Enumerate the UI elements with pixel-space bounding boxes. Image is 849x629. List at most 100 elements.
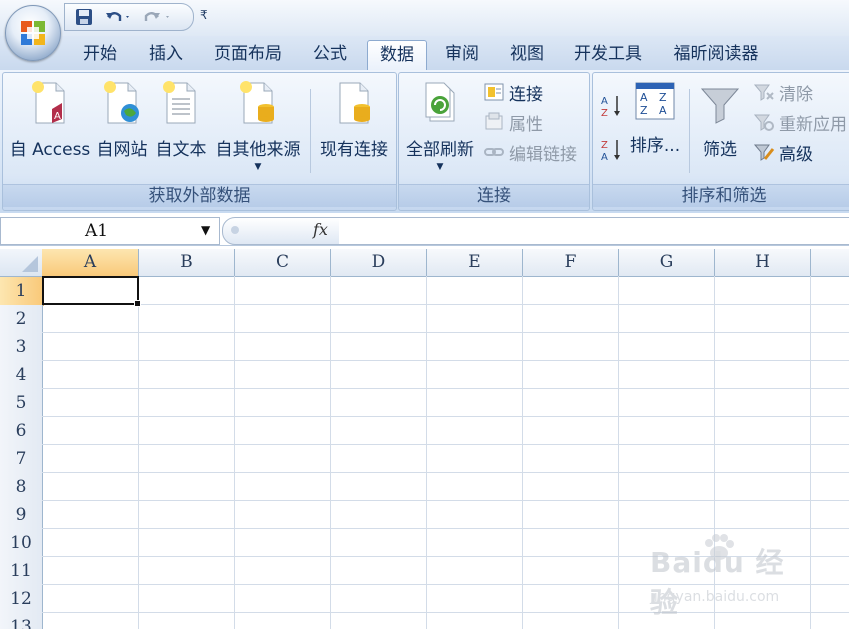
group-separator xyxy=(689,89,690,173)
gridline xyxy=(426,276,427,629)
gridline xyxy=(42,500,849,501)
row-header[interactable]: 6 xyxy=(0,417,43,446)
select-all-button[interactable] xyxy=(0,249,43,277)
ribbon-tab-bar: 开始 插入 页面布局 公式 数据 审阅 视图 开发工具 福昕阅读器 xyxy=(0,36,849,70)
row-header[interactable]: 12 xyxy=(0,585,43,614)
tab-review[interactable]: 审阅 xyxy=(434,40,490,69)
column-header[interactable]: E xyxy=(427,249,523,277)
tab-home[interactable]: 开始 xyxy=(72,40,128,69)
column-header[interactable]: D xyxy=(331,249,427,277)
properties-button[interactable]: 属性 xyxy=(483,109,543,135)
svg-text:Z: Z xyxy=(601,140,608,151)
tab-insert[interactable]: 插入 xyxy=(138,40,194,69)
insert-function-button[interactable]: fx xyxy=(313,220,328,239)
sort-button[interactable]: AZ ZA 排序... xyxy=(627,73,683,181)
other-sources-icon xyxy=(240,81,274,124)
web-file-icon xyxy=(104,81,139,124)
gridline xyxy=(138,276,139,629)
edit-links-button[interactable]: 编辑链接 xyxy=(483,139,577,165)
tab-developer[interactable]: 开发工具 xyxy=(564,40,652,69)
refresh-all-button[interactable]: 全部刷新 ▼ xyxy=(401,73,479,181)
from-text-button[interactable]: 自文本 xyxy=(151,73,211,181)
gridline xyxy=(42,528,849,529)
column-header[interactable]: G xyxy=(619,249,715,277)
reapply-filter-icon xyxy=(753,114,774,131)
text-file-icon xyxy=(163,81,196,124)
access-file-icon: A xyxy=(32,81,65,124)
tab-view[interactable]: 视图 xyxy=(499,40,555,69)
column-header-partial[interactable] xyxy=(811,249,849,277)
tab-data[interactable]: 数据 xyxy=(367,40,427,70)
row-header[interactable]: 7 xyxy=(0,445,43,474)
quick-access-toolbar xyxy=(64,3,194,31)
row-header[interactable]: 13 xyxy=(0,613,43,629)
group-sort-filter: AZ ZA AZ ZA 排序... 筛选 清除 重新应用 高级 排序和筛选 xyxy=(592,72,849,211)
advanced-filter-button[interactable]: 高级 xyxy=(753,139,813,165)
sort-ascending-button[interactable]: AZ xyxy=(599,93,627,119)
from-web-button[interactable]: 自网站 xyxy=(93,73,151,181)
advanced-filter-label: 高级 xyxy=(779,144,813,165)
refresh-all-icon xyxy=(425,82,455,122)
tab-formulas[interactable]: 公式 xyxy=(302,40,358,69)
column-header[interactable]: B xyxy=(139,249,235,277)
column-header[interactable]: F xyxy=(523,249,619,277)
existing-connections-button[interactable]: 现有连接 xyxy=(315,73,393,181)
connections-icon xyxy=(484,83,504,101)
customize-qat-button[interactable]: ₹ xyxy=(200,8,208,22)
sort-label: 排序... xyxy=(629,136,681,156)
from-access-button[interactable]: A 自 Access xyxy=(7,73,93,181)
row-header[interactable]: 4 xyxy=(0,361,43,390)
fill-handle[interactable] xyxy=(134,300,141,307)
svg-text:A: A xyxy=(640,91,648,104)
filter-funnel-icon xyxy=(700,88,740,124)
sort-descending-button[interactable]: ZA xyxy=(599,137,627,163)
gridline xyxy=(42,332,849,333)
clear-filter-icon xyxy=(753,84,774,101)
from-other-sources-button[interactable]: 自其他来源 ▼ xyxy=(211,73,305,181)
connections-button[interactable]: 连接 xyxy=(483,79,543,105)
existing-connections-label: 现有连接 xyxy=(320,140,388,160)
column-header[interactable]: C xyxy=(235,249,331,277)
svg-text:Z: Z xyxy=(659,91,667,104)
active-cell-a1[interactable] xyxy=(42,276,139,305)
ribbon: A 自 Access 自网站 自文本 自其他来源 ▼ 现有连接 获取外部数据 全… xyxy=(0,70,849,214)
filter-button[interactable]: 筛选 xyxy=(693,73,747,181)
row-header[interactable]: 2 xyxy=(0,305,43,334)
tab-page-layout[interactable]: 页面布局 xyxy=(204,40,292,69)
office-button[interactable] xyxy=(5,5,61,61)
tab-foxit-reader[interactable]: 福昕阅读器 xyxy=(664,40,768,69)
insert-function-area: fx xyxy=(222,217,340,245)
undo-icon[interactable] xyxy=(103,7,133,27)
row-header[interactable]: 5 xyxy=(0,389,43,418)
svg-text:A: A xyxy=(659,104,667,117)
resize-handle-icon[interactable] xyxy=(231,226,239,234)
column-header[interactable]: A xyxy=(42,249,139,278)
row-header[interactable]: 1 xyxy=(0,277,44,306)
row-header[interactable]: 9 xyxy=(0,501,43,530)
row-header[interactable]: 8 xyxy=(0,473,43,502)
formula-input[interactable] xyxy=(339,217,849,245)
chevron-down-icon[interactable]: ▼ xyxy=(201,223,210,237)
clear-filter-button[interactable]: 清除 xyxy=(753,79,813,105)
reapply-filter-button[interactable]: 重新应用 xyxy=(753,109,847,135)
row-header[interactable]: 10 xyxy=(0,529,43,558)
svg-text:Z: Z xyxy=(601,108,608,119)
redo-icon[interactable] xyxy=(143,7,175,27)
reapply-filter-label: 重新应用 xyxy=(779,114,847,135)
watermark-url: jingyan.baidu.com xyxy=(650,589,780,605)
name-box[interactable]: A1 ▼ xyxy=(0,217,220,245)
gridline xyxy=(42,360,849,361)
group-label-connections: 连接 xyxy=(399,184,589,207)
sort-descending-icon: ZA xyxy=(601,140,620,163)
group-separator xyxy=(310,89,311,173)
row-header[interactable]: 11 xyxy=(0,557,43,586)
column-header[interactable]: H xyxy=(715,249,811,277)
group-connections: 全部刷新 ▼ 连接 属性 编辑链接 连接 xyxy=(398,72,590,211)
save-icon[interactable] xyxy=(73,7,95,27)
gridline xyxy=(42,444,849,445)
office-logo-icon xyxy=(21,21,45,45)
sort-dialog-icon: AZ ZA xyxy=(635,82,675,120)
gridline xyxy=(42,304,849,305)
row-header[interactable]: 3 xyxy=(0,333,43,362)
from-access-label: 自 Access xyxy=(9,140,91,160)
